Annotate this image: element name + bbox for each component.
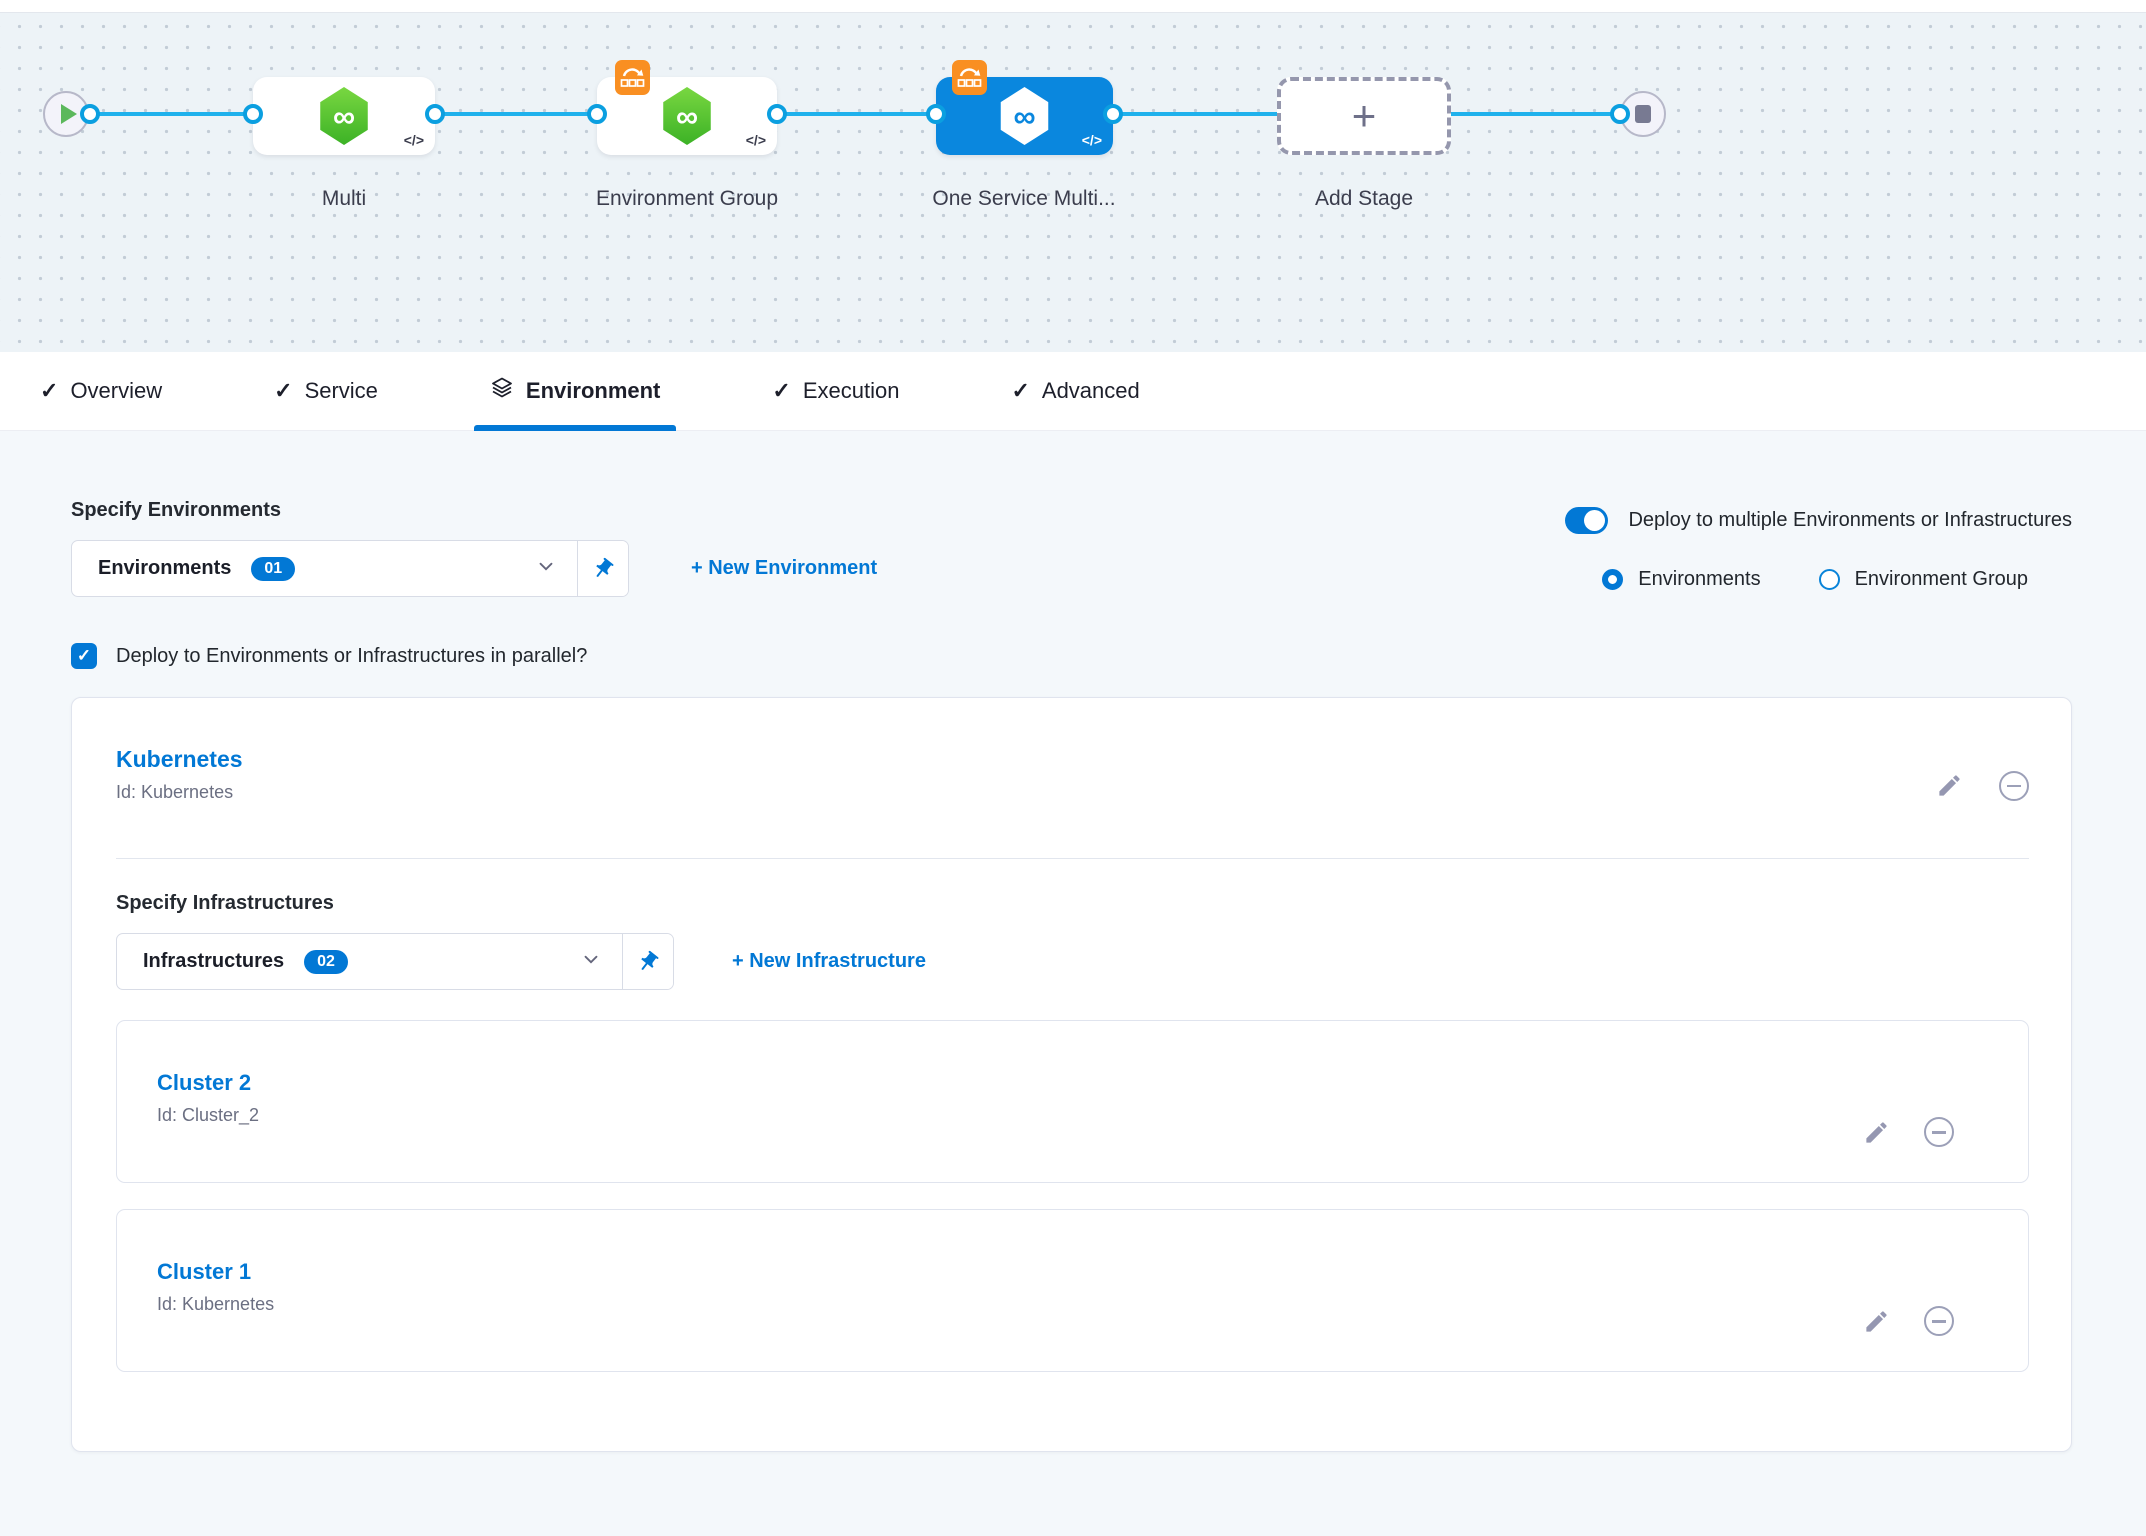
- remove-infrastructure-button[interactable]: [1924, 1306, 1954, 1336]
- specify-infrastructures-heading: Specify Infrastructures: [116, 892, 2029, 915]
- rolling-deploy-badge-icon: [952, 60, 987, 95]
- service-hexagon-icon: ∞: [998, 87, 1052, 145]
- tab-service[interactable]: ✓ Service: [264, 352, 388, 431]
- radio-environment-group[interactable]: [1819, 569, 1840, 590]
- edit-environment-button[interactable]: [1936, 772, 1963, 799]
- check-icon: ✓: [772, 378, 790, 404]
- connector-port: [1610, 104, 1630, 124]
- tab-label: Overview: [70, 378, 162, 404]
- tab-label: Execution: [803, 378, 900, 404]
- stage-label: Multi: [249, 183, 439, 214]
- pin-button[interactable]: [577, 541, 628, 596]
- radio-environments[interactable]: [1602, 569, 1623, 590]
- pipeline-canvas: ∞ </> ∞ </>: [0, 0, 2146, 352]
- yaml-code-icon: </>: [1082, 132, 1102, 148]
- environment-tab-panel: Specify Environments Environments 01: [0, 431, 2146, 1536]
- specify-environments-heading: Specify Environments: [71, 499, 877, 522]
- play-icon: [61, 104, 77, 124]
- pipeline-edge: [1451, 112, 1621, 116]
- environments-dropdown[interactable]: Environments 01: [71, 540, 629, 597]
- infrastructures-dropdown-value[interactable]: Infrastructures 02: [117, 934, 622, 989]
- infrastructure-id: Id: Cluster_2: [157, 1105, 259, 1126]
- environments-count-badge: 01: [251, 557, 295, 581]
- infrastructure-card: Cluster 2 Id: Cluster_2: [116, 1020, 2029, 1183]
- connector-port: [243, 104, 263, 124]
- connector-port: [80, 104, 100, 124]
- tab-label: Advanced: [1042, 378, 1140, 404]
- canvas-top-strip: [0, 0, 2146, 13]
- tab-execution[interactable]: ✓ Execution: [762, 352, 909, 431]
- radio-environment-group-label: Environment Group: [1855, 568, 2028, 591]
- stage-graph: ∞ </> ∞ </>: [0, 13, 2146, 352]
- tab-advanced[interactable]: ✓ Advanced: [1001, 352, 1149, 431]
- new-environment-link[interactable]: + New Environment: [691, 557, 877, 580]
- remove-environment-button[interactable]: [1999, 771, 2029, 801]
- stage-node-multi[interactable]: ∞ </>: [253, 77, 435, 155]
- environments-dropdown-value[interactable]: Environments 01: [72, 541, 577, 596]
- remove-infrastructure-button[interactable]: [1924, 1117, 1954, 1147]
- connector-port: [425, 104, 445, 124]
- infrastructures-dropdown[interactable]: Infrastructures 02: [116, 933, 674, 990]
- edit-infrastructure-button[interactable]: [1863, 1308, 1890, 1335]
- stage-label: Add Stage: [1269, 183, 1459, 214]
- yaml-code-icon: </>: [404, 132, 424, 148]
- stop-icon: [1635, 105, 1651, 123]
- infrastructure-name-link[interactable]: Cluster 2: [157, 1070, 259, 1096]
- connector-port: [1103, 104, 1123, 124]
- connector-port: [767, 104, 787, 124]
- chevron-down-icon: [535, 555, 557, 582]
- environment-card: Kubernetes Id: Kubernetes Specify Infras…: [71, 697, 2072, 1452]
- service-hexagon-icon: ∞: [660, 87, 714, 145]
- new-infrastructure-link[interactable]: + New Infrastructure: [732, 950, 926, 973]
- yaml-code-icon: </>: [746, 132, 766, 148]
- pin-button[interactable]: [622, 934, 673, 989]
- toggle-knob: [1584, 510, 1605, 531]
- pipeline-edge: [1113, 112, 1277, 116]
- environment-id: Id: Kubernetes: [116, 782, 243, 803]
- infinity-glyph: ∞: [333, 101, 355, 132]
- environments-icon: [490, 376, 514, 406]
- parallel-deploy-checkbox[interactable]: ✓: [71, 643, 97, 669]
- radio-environments-label: Environments: [1638, 568, 1760, 591]
- divider: [116, 858, 2029, 859]
- parallel-deploy-checkbox-label: Deploy to Environments or Infrastructure…: [116, 645, 587, 668]
- infinity-glyph: ∞: [1013, 101, 1035, 132]
- connector-port: [587, 104, 607, 124]
- add-stage-button[interactable]: +: [1277, 77, 1451, 155]
- check-icon: ✓: [40, 378, 58, 404]
- tab-label: Service: [305, 378, 378, 404]
- pipeline-edge: [777, 112, 936, 116]
- deploy-multiple-toggle[interactable]: [1565, 507, 1608, 534]
- infrastructures-count-badge: 02: [304, 950, 348, 974]
- dropdown-selected-text: Infrastructures: [143, 950, 284, 973]
- stage-label: Environment Group: [592, 183, 782, 214]
- tab-overview[interactable]: ✓ Overview: [30, 352, 172, 431]
- plus-icon: +: [1352, 95, 1377, 137]
- deploy-multiple-toggle-label: Deploy to multiple Environments or Infra…: [1628, 509, 2072, 532]
- service-hexagon-icon: ∞: [317, 87, 371, 145]
- tab-label: Environment: [526, 378, 660, 404]
- check-icon: ✓: [1011, 378, 1029, 404]
- infrastructure-name-link[interactable]: Cluster 1: [157, 1259, 274, 1285]
- infrastructure-id: Id: Kubernetes: [157, 1294, 274, 1315]
- edit-infrastructure-button[interactable]: [1863, 1119, 1890, 1146]
- check-icon: ✓: [274, 378, 292, 404]
- infrastructure-card: Cluster 1 Id: Kubernetes: [116, 1209, 2029, 1372]
- rolling-deploy-badge-icon: [615, 60, 650, 95]
- pipeline-edge: [89, 112, 253, 116]
- infinity-glyph: ∞: [676, 101, 698, 132]
- chevron-down-icon: [580, 948, 602, 975]
- stage-label: One Service Multi...: [929, 183, 1119, 214]
- pipeline-edge: [435, 112, 597, 116]
- tab-environment[interactable]: Environment: [480, 352, 670, 431]
- dropdown-selected-text: Environments: [98, 557, 231, 580]
- connector-port: [926, 104, 946, 124]
- stage-detail-tabbar: ✓ Overview ✓ Service Environment ✓ Execu…: [0, 352, 2146, 431]
- environment-name-link[interactable]: Kubernetes: [116, 746, 243, 773]
